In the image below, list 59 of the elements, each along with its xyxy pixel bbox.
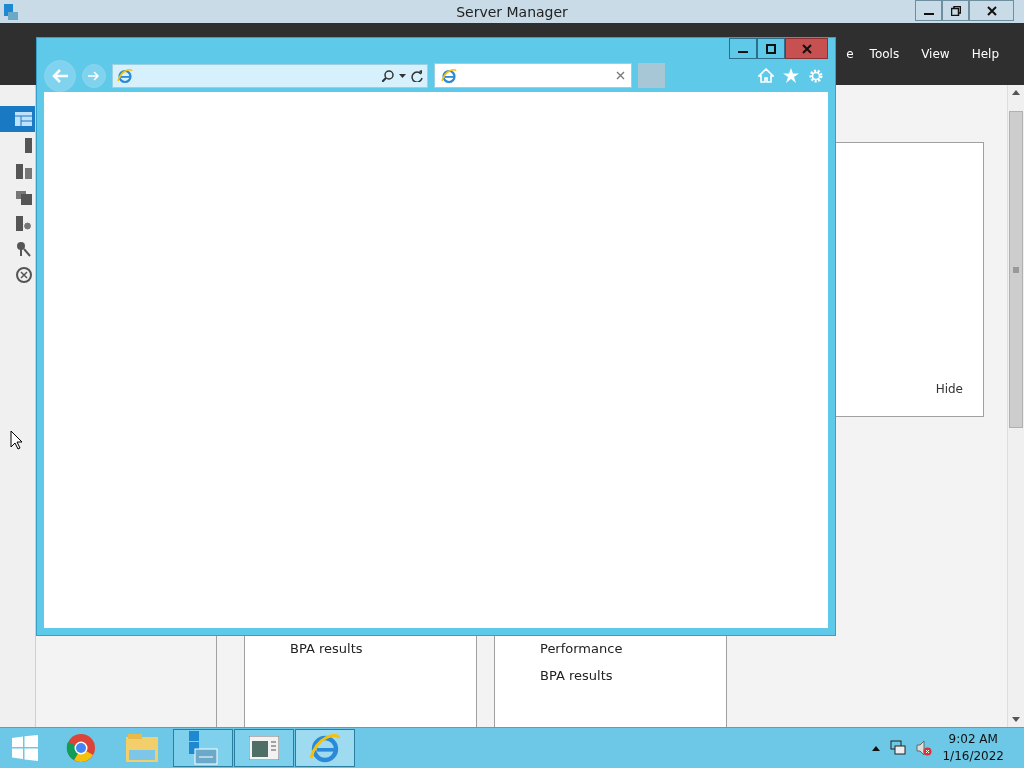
server-icon xyxy=(25,137,32,153)
network-icon[interactable] xyxy=(890,740,907,756)
folders-icon xyxy=(16,189,32,205)
clock-time: 9:02 AM xyxy=(948,731,998,748)
ie-icon xyxy=(117,67,133,84)
forward-arrow-icon xyxy=(88,70,100,81)
grip-icon xyxy=(1013,266,1019,273)
caret-icon[interactable] xyxy=(872,745,881,751)
close-icon xyxy=(986,5,997,16)
window-icon xyxy=(249,736,279,760)
menu-item[interactable]: Help xyxy=(960,47,1010,61)
menu-item[interactable]: e xyxy=(835,47,859,61)
search-icon[interactable] xyxy=(382,69,394,82)
nav-item[interactable] xyxy=(0,106,35,132)
minimize-icon xyxy=(738,51,748,53)
minimize-button[interactable] xyxy=(915,0,942,21)
star-icon[interactable] xyxy=(783,67,799,83)
dashboard-icon xyxy=(15,112,32,126)
minimize-icon xyxy=(923,13,934,15)
restore-button[interactable] xyxy=(942,0,969,21)
ie-icon xyxy=(441,67,457,84)
cursor-icon xyxy=(10,430,22,450)
window-title: Server Manager xyxy=(455,3,569,20)
taskbar-button[interactable] xyxy=(234,729,294,767)
maximize-button[interactable] xyxy=(757,38,785,59)
minimize-button[interactable] xyxy=(729,38,757,59)
clock[interactable]: 9:02 AM 1/16/2022 xyxy=(942,731,1004,765)
server-toolbox-icon xyxy=(187,731,219,765)
tile-row[interactable]: BPA results xyxy=(290,641,476,656)
scrollbar[interactable] xyxy=(1007,85,1024,727)
clock-date: 1/16/2022 xyxy=(942,748,1004,765)
refresh-icon[interactable] xyxy=(411,69,423,82)
close-icon xyxy=(801,43,812,54)
taskbar-button[interactable] xyxy=(295,729,355,767)
menu-item[interactable]: View xyxy=(910,47,961,61)
windows-logo-icon xyxy=(12,735,38,761)
key-wrench-icon xyxy=(16,241,32,257)
scroll-thumb[interactable] xyxy=(1009,111,1023,428)
server-globe-icon xyxy=(16,215,32,231)
remote-access-icon xyxy=(16,267,32,283)
chrome-icon xyxy=(66,733,96,763)
maximize-icon xyxy=(766,43,776,54)
close-button[interactable] xyxy=(969,0,1014,21)
tile-row[interactable]: Performance xyxy=(540,641,726,656)
hide-link[interactable]: Hide xyxy=(935,382,963,396)
folder-icon xyxy=(126,734,158,762)
menu-item[interactable]: Tools xyxy=(858,47,911,61)
tile-row[interactable]: BPA results xyxy=(540,668,726,683)
app-icon xyxy=(4,3,18,20)
servers-icon xyxy=(16,163,32,179)
restore-icon xyxy=(950,5,961,16)
taskbar-button[interactable] xyxy=(173,729,233,767)
close-tab-icon[interactable] xyxy=(616,71,625,80)
scroll-up-icon xyxy=(1012,90,1020,95)
dropdown-caret-icon[interactable] xyxy=(399,73,406,78)
internet-explorer-icon xyxy=(309,732,341,764)
back-arrow-icon xyxy=(51,67,69,84)
scroll-down-icon xyxy=(1012,717,1020,722)
muted-speaker-icon[interactable] xyxy=(916,740,933,756)
